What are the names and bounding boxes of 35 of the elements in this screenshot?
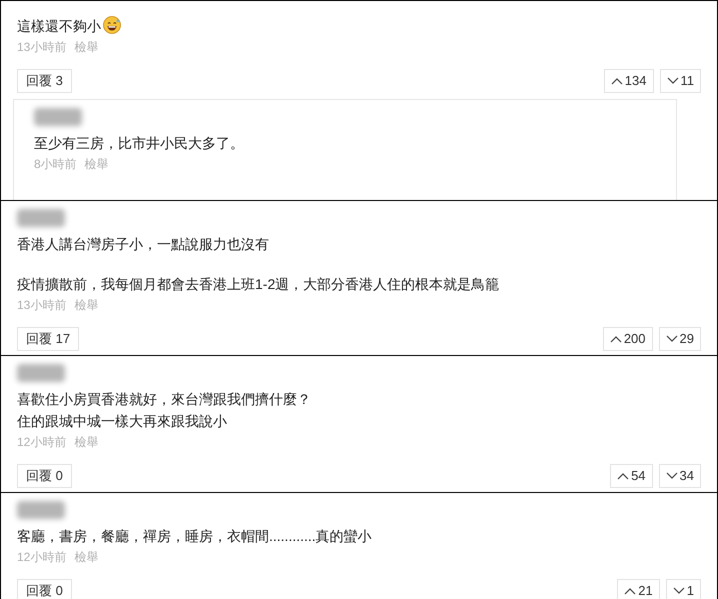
comment-text: 香港人講台灣房子小，一點說服力也沒有 [17, 235, 270, 254]
reply-button[interactable]: 回覆 0 [17, 579, 72, 599]
downvote-button[interactable]: 34 [658, 464, 701, 488]
downvote-button[interactable]: 11 [660, 69, 701, 93]
chevron-up-icon [624, 587, 636, 595]
reply-button[interactable]: 回覆 17 [17, 327, 80, 351]
blurred-username [17, 364, 65, 382]
chevron-down-icon [666, 472, 678, 480]
upvote-button[interactable]: 21 [617, 579, 660, 599]
comment-text: 疫情擴散前，我每個月都會去香港上班1-2週，大部分香港人住的根本就是鳥籠 [17, 275, 500, 294]
comment-time: 8小時前 [34, 156, 77, 173]
reply-button[interactable]: 回覆 0 [17, 464, 72, 488]
chevron-up-icon [617, 472, 630, 480]
chevron-down-icon [666, 77, 678, 85]
comment-text: 這樣還不夠小 [17, 15, 701, 37]
reply-button[interactable]: 回覆 3 [17, 69, 72, 93]
comment-time: 13小時前 [17, 39, 66, 56]
blurred-username [34, 108, 82, 126]
comment-time: 12小時前 [17, 549, 66, 566]
downvote-button[interactable]: 29 [658, 327, 701, 351]
comment-text: 喜歡住小房買香港就好，來台灣跟我們擠什麼？ 住的跟城中城一樣大再來跟我說小 [17, 390, 312, 431]
blurred-username [17, 209, 65, 227]
chevron-up-icon [610, 77, 623, 85]
comment-text: 至少有三房，比市井小民大多了。 [34, 134, 245, 153]
blurred-username [17, 501, 65, 519]
chevron-down-icon [672, 587, 685, 595]
comment-text: 客廳，書房，餐廳，禪房，睡房，衣帽間............真的蠻小 [17, 527, 373, 546]
comment-time: 12小時前 [17, 434, 66, 451]
upvote-button[interactable]: 54 [610, 464, 653, 488]
comment-time: 13小時前 [17, 297, 66, 314]
upvote-button[interactable]: 200 [602, 327, 653, 351]
upvote-button[interactable]: 134 [604, 69, 654, 93]
downvote-button[interactable]: 1 [666, 579, 701, 599]
chevron-down-icon [666, 335, 678, 343]
chevron-up-icon [610, 335, 622, 343]
